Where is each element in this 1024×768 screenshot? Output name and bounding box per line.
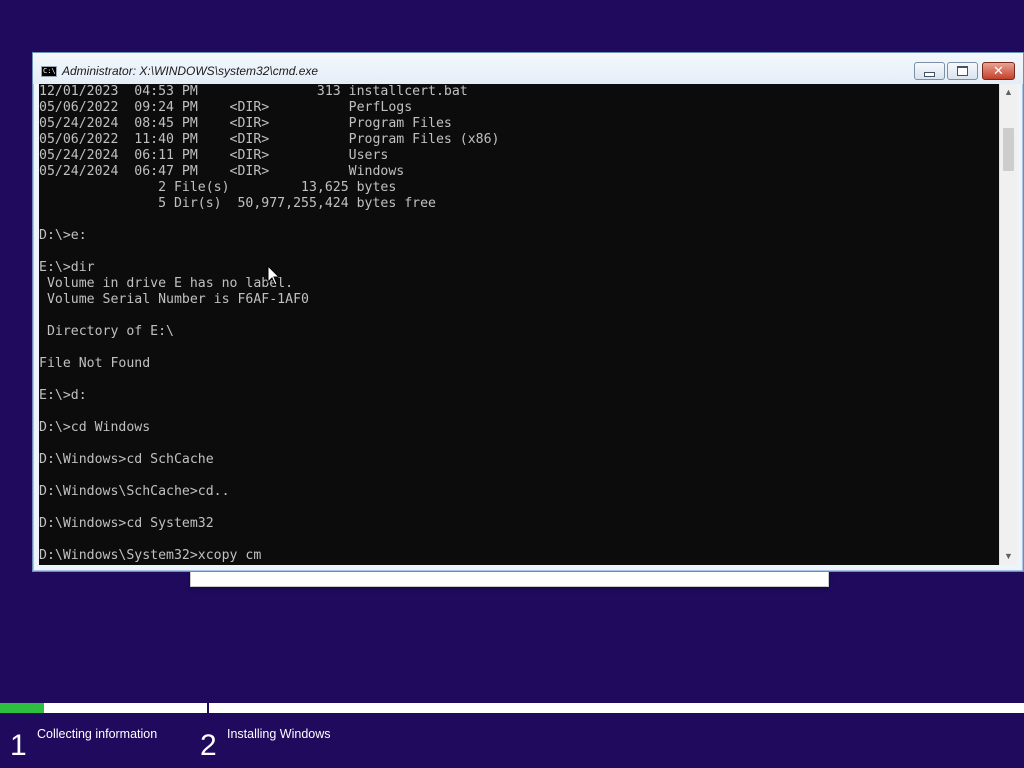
- console-line: 05/24/2024 08:45 PM <DIR> Program Files: [39, 116, 452, 131]
- progress-step-divider: [207, 703, 209, 713]
- close-icon: ✕: [993, 63, 1004, 79]
- minimize-icon: [924, 71, 935, 77]
- console-line: D:\Windows\SchCache>cd..: [39, 484, 230, 499]
- console-line: D:\>cd Windows: [39, 420, 151, 435]
- scrollbar-thumb[interactable]: [1003, 128, 1014, 171]
- console-line: File Not Found: [39, 356, 151, 371]
- close-button[interactable]: ✕: [982, 62, 1015, 80]
- scroll-up-button[interactable]: ▲: [1000, 84, 1017, 101]
- vertical-scrollbar[interactable]: ▲ ▼: [999, 84, 1017, 565]
- console-lines: 12/01/2023 04:53 PM 313 installcert.bat 0…: [39, 84, 500, 564]
- step-1-number: 1: [10, 729, 27, 762]
- window-title: Administrator: X:\WINDOWS\system32\cmd.e…: [62, 64, 319, 78]
- setup-progress-fill: [0, 703, 45, 713]
- step-2-number: 2: [200, 729, 217, 762]
- console-line: Directory of E:\: [39, 324, 174, 339]
- chevron-down-icon: ▼: [1004, 551, 1013, 561]
- mouse-pointer-icon: [267, 265, 281, 286]
- maximize-button[interactable]: [947, 62, 978, 80]
- minimize-button[interactable]: [914, 62, 945, 80]
- console-line: 12/01/2023 04:53 PM 313 installcert.bat: [39, 84, 468, 99]
- console-line: 2 File(s) 13,625 bytes: [39, 180, 397, 195]
- cmd-app-icon[interactable]: C:\.: [41, 66, 60, 77]
- chevron-up-icon: ▲: [1004, 87, 1013, 97]
- console-line: D:\Windows>cd SchCache: [39, 452, 214, 467]
- setup-progress-bar: [0, 703, 1024, 713]
- console-line: E:\>d:: [39, 388, 87, 403]
- title-bar[interactable]: C:\. Administrator: X:\WINDOWS\system32\…: [33, 53, 1023, 84]
- scroll-down-button[interactable]: ▼: [1000, 548, 1017, 565]
- maximize-icon: [957, 66, 968, 76]
- step-1-label: Collecting information: [37, 727, 158, 741]
- console-output[interactable]: 12/01/2023 04:53 PM 313 installcert.bat 0…: [39, 84, 999, 565]
- console-line: 05/06/2022 09:24 PM <DIR> PerfLogs: [39, 100, 413, 115]
- console-line: 05/24/2024 06:11 PM <DIR> Users: [39, 148, 389, 163]
- console-line: D:\Windows\System32>xcopy cm: [39, 548, 262, 563]
- console-line: 5 Dir(s) 50,977,255,424 bytes free: [39, 196, 436, 211]
- cmd-window: C:\. Administrator: X:\WINDOWS\system32\…: [32, 52, 1024, 572]
- console-line: 05/06/2022 11:40 PM <DIR> Program Files …: [39, 132, 500, 147]
- console-line: Volume Serial Number is F6AF-1AF0: [39, 292, 309, 307]
- console-line: 05/24/2024 06:47 PM <DIR> Windows: [39, 164, 405, 179]
- console-line: D:\Windows>cd System32: [39, 516, 214, 531]
- console-line: D:\>e:: [39, 228, 87, 243]
- step-2-label: Installing Windows: [227, 727, 331, 741]
